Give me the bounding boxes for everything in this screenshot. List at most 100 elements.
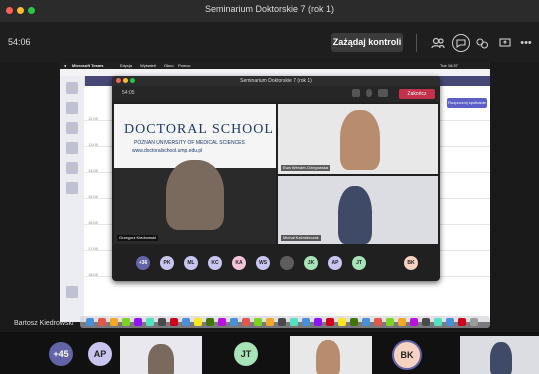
dock-app-icon: [218, 318, 226, 326]
presenter-name: Bartosz Kiedrowski: [14, 320, 74, 327]
shared-meeting-bar: 54:05 Zakończ: [112, 86, 440, 102]
dock-app-icon: [410, 318, 418, 326]
dock-app-icon: [326, 318, 334, 326]
more-options-icon[interactable]: •••: [519, 36, 533, 50]
request-control-button[interactable]: Zażądaj kontroli: [331, 33, 403, 52]
participant-avatar[interactable]: JT: [234, 342, 258, 366]
shared-leave-button: Zakończ: [399, 89, 435, 99]
more-participants-button[interactable]: +45: [49, 342, 73, 366]
avatar: KA: [232, 256, 246, 270]
shared-screen-stage: ● Microsoft Teams Edycja Wyświetl Okno P…: [0, 62, 539, 332]
window-title: Seminarium Doktorskie 7 (rok 1): [204, 4, 335, 14]
participant-avatar-speaking[interactable]: BK: [392, 340, 422, 370]
toolbar-divider: [416, 34, 417, 52]
dock-app-icon: [266, 318, 274, 326]
dock-app-icon: [374, 318, 382, 326]
rail-activity-icon: [66, 82, 78, 94]
shared-clock: Tue 16:37: [440, 63, 458, 68]
dock-app-icon: [242, 318, 250, 326]
chat-icon[interactable]: [452, 34, 470, 52]
dock-app-icon: [206, 318, 214, 326]
shared-camera-icon: [352, 89, 360, 97]
avatar: ML: [184, 256, 198, 270]
shared-mac-menubar: ● Microsoft Teams Edycja Wyświetl Okno P…: [60, 62, 490, 69]
shared-mic-icon: [366, 89, 372, 97]
avatar: AP: [328, 256, 342, 270]
participant-video-thumb[interactable]: [290, 336, 372, 374]
calendar-time: 13:00: [88, 142, 99, 147]
dock-app-icon: [362, 318, 370, 326]
dock-app-icon: [110, 318, 118, 326]
shared-meeting-title: Seminarium Doktorskie 7 (rok 1): [112, 76, 440, 86]
people-icon[interactable]: [431, 36, 445, 50]
avatar: PK: [160, 256, 174, 270]
calendar-time: 17:00: [88, 246, 99, 251]
dock-app-icon: [86, 318, 94, 326]
participant-video: [316, 340, 340, 374]
video-tile-main: DOCTORAL SCHOOL POZNAN UNIVERSITY OF MED…: [114, 104, 276, 244]
shared-menu-item: Okno: [164, 63, 174, 68]
dock-app-icon: [290, 318, 298, 326]
calendar-time: 12:00: [88, 116, 99, 121]
shared-mac-dock: [80, 316, 490, 328]
dock-app-icon: [458, 318, 466, 326]
reactions-icon[interactable]: [475, 36, 489, 50]
shared-menu-item: Pomoc: [178, 63, 191, 68]
video-tile-right-bottom: Michał Kaźmierczak: [278, 176, 438, 244]
rail-calendar-icon: [66, 142, 78, 154]
dock-app-icon: [338, 318, 346, 326]
rail-apps-icon: [66, 286, 78, 298]
rail-files-icon: [66, 182, 78, 194]
shared-close-dot: [116, 78, 121, 83]
avatar: KC: [208, 256, 222, 270]
rail-teams-icon: [66, 122, 78, 134]
dock-app-icon: [230, 318, 238, 326]
calendar-time: 16:00: [88, 220, 99, 225]
shared-app-name: Microsoft Teams: [72, 63, 104, 68]
dock-app-icon: [314, 318, 322, 326]
avatar: JT: [352, 256, 366, 270]
participant-video-thumb[interactable]: [120, 336, 202, 374]
participant-name-tag: Grzegorz Kiedrowski: [117, 235, 158, 241]
shared-menu-item: Edycja: [120, 63, 133, 68]
dock-app-icon: [446, 318, 454, 326]
dock-app-icon: [194, 318, 202, 326]
participant-name-tag: Ewa Wender-Ożegowska: [281, 165, 331, 171]
participant-strip: +45 AP JT BK: [0, 332, 539, 374]
banner-subtitle: POZNAN UNIVERSITY OF MEDICAL SCIENCES: [134, 140, 245, 146]
dock-app-icon: [158, 318, 166, 326]
dock-app-icon: [98, 318, 106, 326]
calendar-time: 15:00: [88, 194, 99, 199]
participant-video-thumb[interactable]: [460, 336, 539, 374]
calendar-time: 14:00: [88, 168, 99, 173]
shared-menu-item: Wyświetl: [140, 63, 156, 68]
shared-meeting-timer: 54:05: [122, 90, 135, 96]
shared-meeting-window: Seminarium Doktorskie 7 (rok 1) 54:05 Za…: [112, 76, 440, 281]
video-tile-right-top: Ewa Wender-Ożegowska: [278, 104, 438, 174]
doctoral-school-banner: DOCTORAL SCHOOL POZNAN UNIVERSITY OF MED…: [114, 104, 276, 168]
participant-video: [340, 110, 380, 170]
window-titlebar: Seminarium Doktorskie 7 (rok 1): [0, 0, 539, 22]
shared-zoom-dot: [130, 78, 135, 83]
participant-avatar[interactable]: AP: [88, 342, 112, 366]
avatar: BK: [404, 256, 418, 270]
meeting-toolbar: 54:06 Zażądaj kontroli •••: [0, 22, 539, 63]
shared-avatar-row: +36 PK ML KC KA WS JK AP JT BK: [112, 248, 440, 278]
rail-chat-icon: [66, 102, 78, 114]
dock-app-icon: [146, 318, 154, 326]
shared-share-icon: [378, 89, 388, 97]
dock-app-icon: [278, 318, 286, 326]
apple-icon: ●: [64, 63, 67, 68]
dock-app-icon: [422, 318, 430, 326]
shared-min-dot: [123, 78, 128, 83]
meeting-timer: 54:06: [8, 37, 31, 47]
participant-video: [338, 186, 372, 244]
avatar: WS: [256, 256, 270, 270]
participant-name-tag: Michał Kaźmierczak: [281, 235, 321, 241]
share-screen-icon[interactable]: [498, 36, 512, 50]
dock-app-icon: [398, 318, 406, 326]
dock-app-icon: [302, 318, 310, 326]
dock-trash-icon: [470, 318, 478, 326]
shared-meet-button: Rozpocznij spotkanie: [447, 98, 487, 108]
dock-app-icon: [182, 318, 190, 326]
